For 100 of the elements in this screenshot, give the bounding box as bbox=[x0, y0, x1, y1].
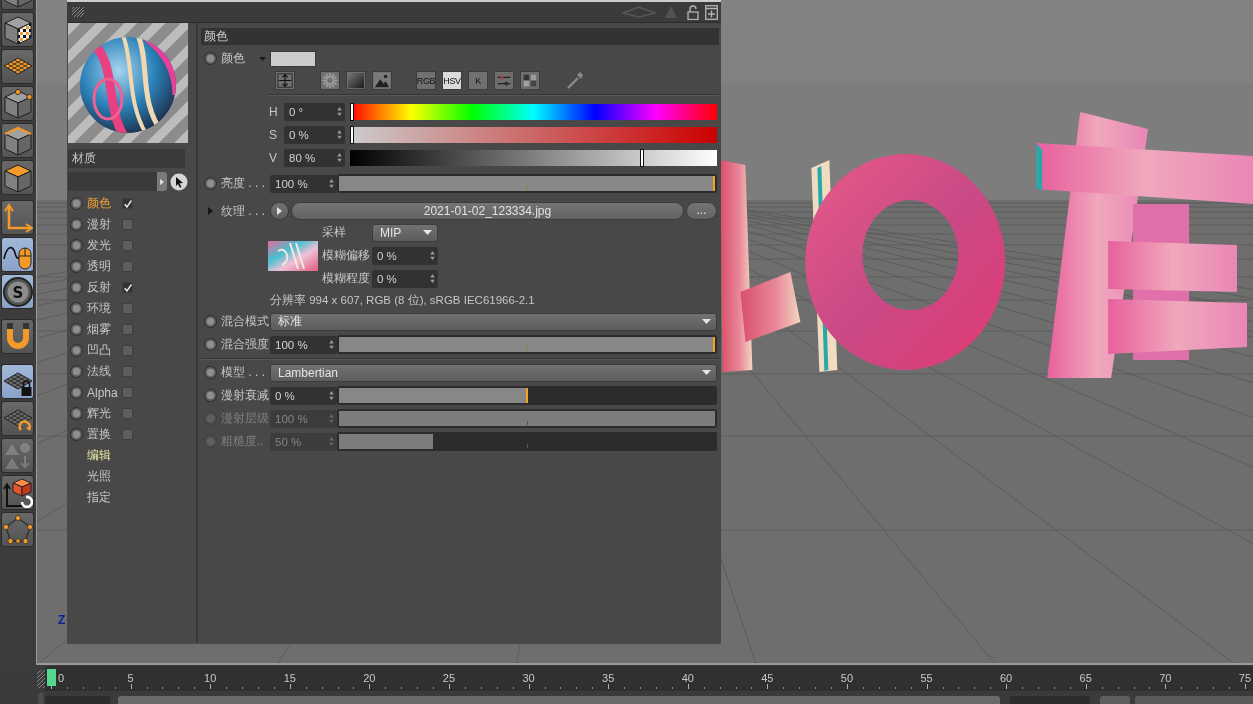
color-mode-button[interactable] bbox=[320, 71, 340, 90]
keyframe-circle-icon[interactable] bbox=[70, 365, 83, 378]
channel-item[interactable]: 法线 bbox=[87, 363, 122, 380]
checkbox[interactable] bbox=[122, 198, 133, 209]
number-field[interactable]: 0 % bbox=[372, 246, 438, 265]
checkbox[interactable] bbox=[122, 366, 133, 377]
number-field[interactable]: 0 % bbox=[270, 386, 337, 405]
toolbar-button[interactable] bbox=[1, 237, 34, 272]
value-slider-track[interactable] bbox=[350, 149, 717, 166]
toolbar-button[interactable] bbox=[1, 200, 34, 235]
checkbox[interactable] bbox=[122, 429, 133, 440]
keyframe-circle-icon[interactable] bbox=[204, 389, 217, 402]
checkbox[interactable] bbox=[122, 261, 133, 272]
dropdown[interactable]: Lambertian bbox=[270, 363, 717, 382]
keyframe-circle-icon[interactable] bbox=[70, 302, 83, 315]
keyframe-circle-icon[interactable] bbox=[70, 281, 83, 294]
keyframe-circle-icon[interactable] bbox=[70, 344, 83, 357]
keyframe-circle-icon[interactable] bbox=[204, 366, 217, 379]
toolbar-button[interactable] bbox=[1, 475, 34, 510]
toolbar-button[interactable] bbox=[1, 512, 34, 547]
slider-handle[interactable] bbox=[713, 176, 715, 191]
number-field[interactable]: 0 ° bbox=[284, 102, 345, 121]
keyframe-circle-icon[interactable] bbox=[70, 386, 83, 399]
spinner-arrows-icon[interactable] bbox=[337, 107, 342, 116]
grip-icon[interactable] bbox=[37, 669, 45, 688]
toolbar-button[interactable] bbox=[1, 86, 34, 121]
number-field[interactable]: 100 % bbox=[270, 174, 337, 193]
timeline-ruler[interactable]: 0 5 10 15 20 25 30 35 40 45 50 55 60 65 70 75 bbox=[45, 666, 1253, 691]
triangle-icon[interactable] bbox=[160, 178, 164, 185]
keyframe-circle-icon[interactable] bbox=[204, 177, 217, 190]
checkbox[interactable] bbox=[122, 240, 133, 251]
channel-item[interactable]: 发光 bbox=[87, 237, 122, 254]
checkbox[interactable] bbox=[122, 219, 133, 230]
keyframe-circle-icon[interactable] bbox=[204, 315, 217, 328]
keyframe-circle-icon[interactable] bbox=[204, 52, 217, 65]
lock-icon[interactable] bbox=[687, 4, 699, 20]
saturation-slider-track[interactable] bbox=[350, 126, 717, 143]
number-field[interactable]: 100 % bbox=[270, 335, 337, 354]
slider-handle[interactable] bbox=[350, 125, 354, 144]
spinner-arrows-icon[interactable] bbox=[430, 274, 435, 283]
toolbar-button[interactable] bbox=[1, 49, 34, 84]
play-button[interactable] bbox=[270, 202, 289, 220]
keyframe-circle-icon[interactable] bbox=[70, 407, 83, 420]
checkbox[interactable] bbox=[122, 282, 133, 293]
file-name-field[interactable]: 2021-01-02_123334.jpg bbox=[291, 202, 684, 220]
color-mode-button[interactable] bbox=[494, 71, 514, 90]
keyframe-circle-icon[interactable] bbox=[204, 338, 217, 351]
grip-icon[interactable] bbox=[72, 7, 84, 17]
spinner-arrows-icon[interactable] bbox=[337, 130, 342, 139]
number-field[interactable]: 0 % bbox=[372, 269, 438, 288]
page-item[interactable]: 光照 bbox=[87, 469, 111, 483]
color-mode-button[interactable] bbox=[372, 71, 392, 90]
plus-box-icon[interactable] bbox=[705, 4, 718, 20]
toolbar-button[interactable] bbox=[1, 319, 34, 354]
pointer-icon[interactable] bbox=[170, 172, 188, 191]
toolbar-button[interactable]: S bbox=[1, 274, 34, 309]
arrow-button[interactable] bbox=[157, 172, 167, 191]
name-field[interactable]: 材质 bbox=[68, 149, 185, 168]
hue-slider-track[interactable] bbox=[350, 103, 717, 120]
spinner-arrows-icon[interactable] bbox=[329, 391, 334, 400]
toolbar-button[interactable] bbox=[1, 123, 34, 158]
checkbox[interactable] bbox=[122, 408, 133, 419]
dropdown-arrow-icon[interactable] bbox=[702, 370, 711, 375]
checkbox[interactable] bbox=[122, 324, 133, 335]
color-mode-button[interactable]: K bbox=[468, 71, 488, 90]
channel-item[interactable]: 反射 bbox=[87, 279, 122, 296]
channel-item[interactable]: 漫射 bbox=[87, 216, 122, 233]
page-item[interactable]: 编辑 bbox=[87, 448, 111, 462]
dropdown-arrow-icon[interactable] bbox=[423, 230, 432, 235]
color-mode-button[interactable]: HSV bbox=[442, 71, 462, 90]
grip-icon[interactable] bbox=[37, 693, 45, 704]
keyframe-circle-icon[interactable] bbox=[70, 323, 83, 336]
channel-item[interactable]: 颜色 bbox=[87, 195, 122, 212]
keyframe-circle-icon[interactable] bbox=[70, 239, 83, 252]
triangle-icon[interactable] bbox=[277, 207, 282, 215]
checkbox[interactable] bbox=[122, 345, 133, 356]
toolbar-button[interactable] bbox=[1, 12, 34, 47]
channel-item[interactable]: 置换 bbox=[87, 426, 122, 443]
spinner-arrows-icon[interactable] bbox=[329, 179, 334, 188]
slider-handle[interactable] bbox=[640, 148, 645, 167]
color-mode-button[interactable]: RGB bbox=[416, 71, 436, 90]
keyframe-circle-icon[interactable] bbox=[70, 428, 83, 441]
keyframe-circle-icon[interactable] bbox=[70, 197, 83, 210]
spinner-arrows-icon[interactable] bbox=[337, 153, 342, 162]
input-field[interactable] bbox=[68, 172, 157, 191]
channel-item[interactable]: 透明 bbox=[87, 258, 122, 275]
checkbox[interactable] bbox=[122, 387, 133, 398]
channel-item[interactable]: 烟雾 bbox=[87, 321, 122, 338]
toolbar-button[interactable] bbox=[1, 401, 34, 436]
slider-handle[interactable] bbox=[350, 102, 354, 121]
channel-item[interactable]: Alpha bbox=[87, 385, 122, 400]
keyframe-circle-icon[interactable] bbox=[70, 218, 83, 231]
color-mode-button[interactable] bbox=[275, 71, 295, 90]
channel-item[interactable]: 辉光 bbox=[87, 405, 122, 422]
color-mode-button[interactable] bbox=[520, 71, 540, 90]
checkbox[interactable] bbox=[122, 303, 133, 314]
spinner-arrows-icon[interactable] bbox=[329, 340, 334, 349]
browse-button[interactable]: ... bbox=[686, 202, 717, 220]
color-mode-button[interactable] bbox=[346, 71, 366, 90]
dropdown[interactable]: 标准 bbox=[270, 312, 717, 331]
